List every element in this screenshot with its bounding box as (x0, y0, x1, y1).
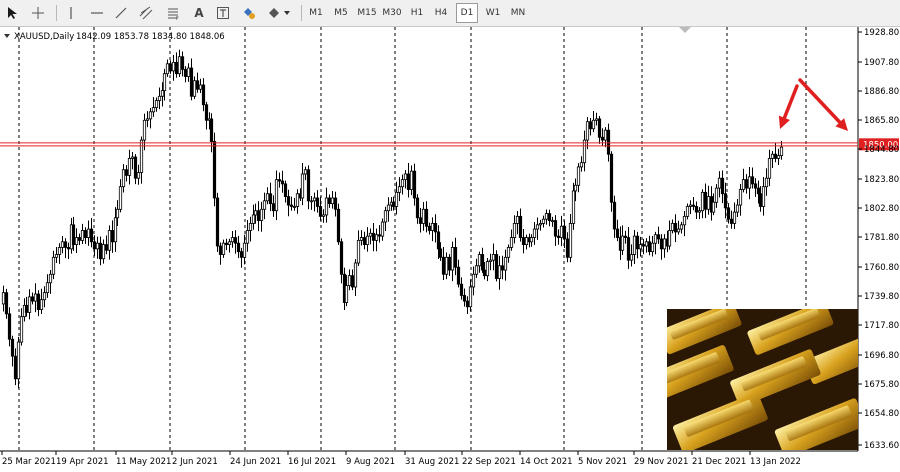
chart-ohlc: 1842.09 1853.78 1834.80 1848.06 (76, 32, 225, 42)
timeframe-h4[interactable]: H4 (431, 3, 451, 23)
x-tick-label: 24 Jun 2021 (230, 457, 281, 467)
toolbar-separator (56, 5, 57, 21)
y-tick-label: 1802.80 (864, 204, 899, 214)
y-tick-label: 1696.80 (864, 351, 899, 361)
timeframe-m30[interactable]: M30 (380, 3, 404, 23)
candle (494, 250, 499, 282)
timeframe-mn[interactable]: MN (506, 3, 530, 23)
y-tick-label: 1739.80 (864, 292, 899, 302)
svg-text:F: F (176, 16, 179, 20)
x-tick-label: 31 Aug 2021 (405, 457, 459, 467)
toolbar: F A M1 M5 M15 M30 H1 H4 D1 W1 MN (0, 0, 900, 27)
cursor-arrow-icon[interactable] (3, 3, 23, 23)
x-tick-label: 21 Dec 2021 (692, 457, 746, 467)
y-tick-label: 1654.80 (864, 409, 899, 419)
y-tick-label: 1760.80 (864, 263, 899, 273)
x-tick-label: 2 Jun 2021 (172, 457, 218, 467)
y-tick-label: 1844.80 (864, 145, 899, 155)
x-tick-label: 14 Oct 2021 (520, 457, 573, 467)
price-chart[interactable]: 1850.00 1928.801907.801886.801865.801844… (0, 27, 900, 472)
chart-symbol: XAUUSD,Daily (14, 32, 74, 42)
y-tick-label: 1886.80 (864, 87, 899, 97)
timeframe-m5[interactable]: M5 (330, 3, 352, 23)
shapes-dropdown-icon[interactable] (266, 3, 294, 23)
gold-bars-photo (667, 309, 858, 450)
channel-icon[interactable] (136, 3, 156, 23)
text-icon[interactable]: A (190, 3, 208, 23)
x-tick-label: 13 Jan 2022 (750, 457, 801, 467)
y-tick-label: 1717.80 (864, 321, 899, 331)
timeframe-h1[interactable]: H1 (407, 3, 427, 23)
chart-header: XAUUSD,Daily 1842.09 1853.78 1834.80 184… (4, 32, 225, 42)
crosshair-icon[interactable] (28, 3, 48, 23)
price-axis: 1928.80 1907.80 1886.80 1865.80 1844.80 1823.… (858, 28, 899, 451)
x-tick-label: 11 May 2021 (116, 457, 171, 467)
y-tick-label: 1633.60 (864, 441, 899, 451)
text-label-icon[interactable] (214, 3, 232, 23)
trendline-icon[interactable] (112, 3, 130, 23)
x-tick-label: 29 Nov 2021 (634, 457, 688, 467)
fibonacci-icon[interactable]: F (163, 3, 183, 23)
candle (215, 192, 220, 252)
y-tick-label: 1781.80 (864, 233, 899, 243)
x-tick-label: 19 Apr 2021 (56, 457, 109, 467)
y-tick-label: 1675.80 (864, 380, 899, 390)
shapes-icon[interactable] (240, 3, 258, 23)
x-tick-label: 16 Jul 2021 (288, 457, 336, 467)
y-tick-label: 1865.80 (864, 116, 899, 126)
y-tick-label: 1907.80 (864, 58, 899, 68)
timeframe-d1[interactable]: D1 (456, 3, 478, 23)
x-tick-label: 5 Nov 2021 (578, 457, 627, 467)
x-tick-label: 25 Mar 2021 (2, 457, 56, 467)
horizontal-line-icon[interactable] (88, 3, 106, 23)
candle (212, 132, 217, 207)
candle (336, 203, 341, 245)
y-tick-label: 1823.80 (864, 175, 899, 185)
timeframe-m1[interactable]: M1 (305, 3, 327, 23)
toolbar-separator (301, 5, 302, 21)
timeframe-m15[interactable]: M15 (355, 3, 379, 23)
x-tick-label: 22 Sep 2021 (462, 457, 516, 467)
vertical-line-icon[interactable] (62, 3, 80, 23)
timeframe-w1[interactable]: W1 (482, 3, 504, 23)
x-tick-label: 9 Aug 2021 (346, 457, 395, 467)
y-tick-label: 1928.80 (864, 28, 899, 38)
